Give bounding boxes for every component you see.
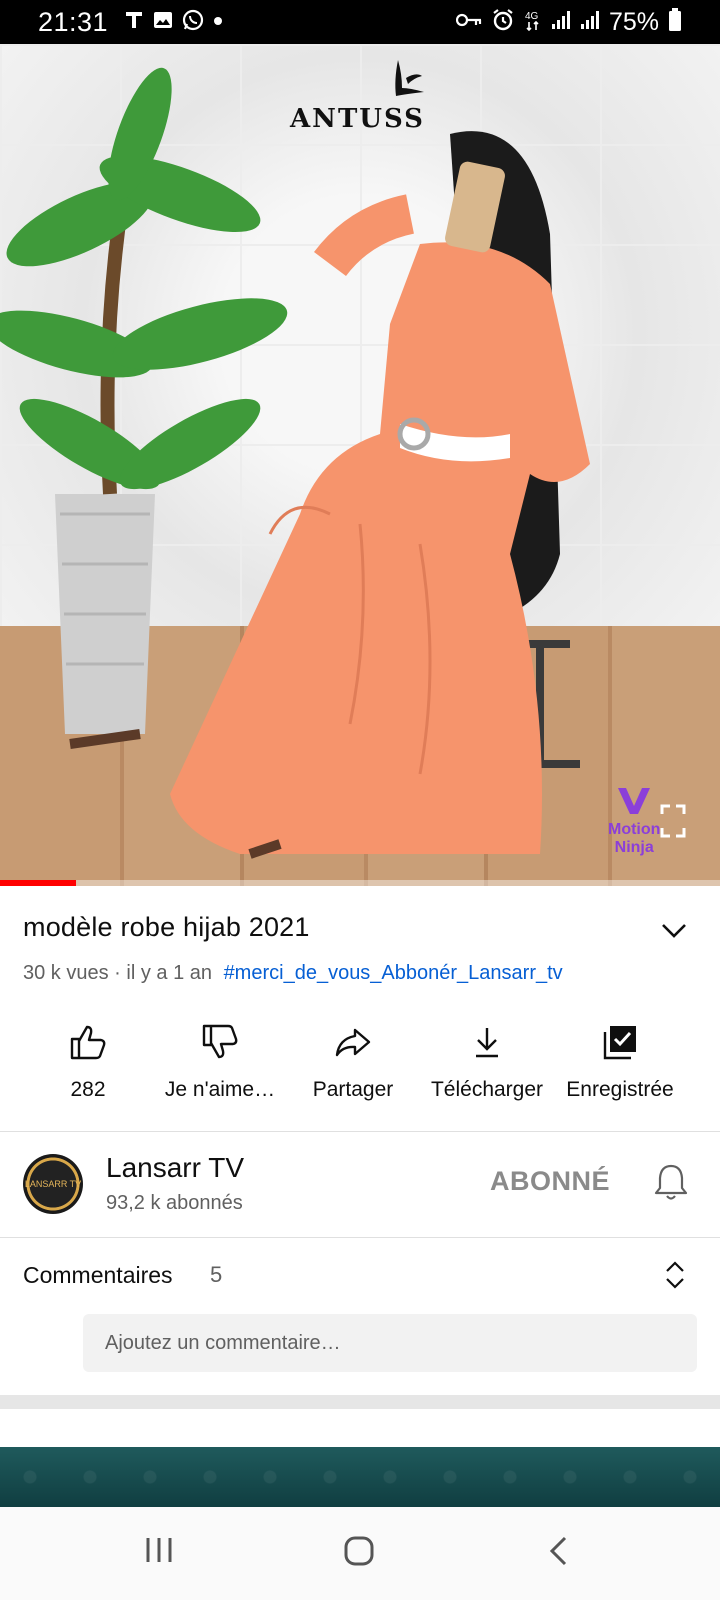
alarm-icon	[491, 8, 515, 37]
recents-icon[interactable]	[144, 1535, 174, 1570]
section-separator	[0, 1395, 720, 1409]
brand-logo-text: ANTUSS	[290, 104, 425, 134]
thumbs-up-icon	[20, 1020, 156, 1064]
gallery-icon	[153, 10, 173, 35]
expand-collapse-icon[interactable]	[664, 1260, 686, 1295]
thumbs-down-icon	[152, 1020, 288, 1064]
comments-title[interactable]: Commentaires	[23, 1262, 173, 1289]
signal-icon	[580, 10, 600, 35]
dislike-label: Je n'aime…	[164, 1078, 276, 1101]
download-icon	[419, 1020, 555, 1064]
share-icon	[285, 1020, 421, 1064]
system-nav-bar	[0, 1507, 720, 1600]
4g-icon: 4G	[524, 8, 542, 37]
video-player[interactable]: ANTUSS Motion Ninja	[0, 44, 720, 886]
subscribed-button[interactable]: ABONNÉ	[490, 1166, 610, 1197]
video-frame-scene	[0, 67, 590, 859]
battery-level: 75%	[608, 7, 659, 36]
signal-icon	[551, 10, 571, 35]
back-icon[interactable]	[548, 1535, 570, 1572]
watermark-line1: Motion	[608, 821, 661, 838]
save-button[interactable]: Enregistrée	[552, 1020, 688, 1102]
system-icons: 4G 75%	[455, 7, 682, 37]
like-button[interactable]: 282	[20, 1020, 156, 1102]
svg-text:4G: 4G	[525, 11, 539, 22]
dot-icon	[213, 13, 223, 31]
video-progress-bar[interactable]	[0, 880, 720, 886]
avatar-text: LANSARR TV	[24, 1179, 82, 1189]
channel-name[interactable]: Lansarr TV	[106, 1152, 244, 1184]
like-count: 282	[70, 1078, 106, 1101]
channel-avatar[interactable]: LANSARR TV	[23, 1154, 83, 1214]
divider	[0, 1237, 720, 1238]
watermark-line2: Ninja	[614, 839, 654, 856]
home-icon[interactable]	[343, 1535, 375, 1572]
next-video-thumbnail[interactable]	[0, 1447, 720, 1507]
share-button[interactable]: Partager	[285, 1020, 421, 1102]
download-label: Télécharger	[430, 1078, 544, 1101]
t-app-icon	[124, 10, 144, 35]
battery-icon	[668, 7, 682, 37]
action-bar: 282 Je n'aime… Partager Télécharger Enre…	[20, 1020, 700, 1110]
notification-icons	[124, 9, 223, 36]
save-label: Enregistrée	[566, 1078, 674, 1101]
divider	[0, 1131, 720, 1132]
video-title-row[interactable]: modèle robe hijab 2021	[23, 912, 697, 943]
comments-count: 5	[210, 1262, 223, 1287]
watermark-logo: Motion Ninja	[608, 786, 660, 857]
hashtag-link[interactable]: #merci_de_vous_Abbonér_Lansarr_tv	[224, 962, 563, 984]
chevron-down-icon[interactable]	[660, 918, 688, 942]
saved-playlist-icon	[552, 1020, 688, 1064]
whatsapp-icon	[182, 9, 204, 36]
meta-separator: ·	[108, 962, 127, 984]
view-count: 30 k vues	[23, 962, 109, 984]
dislike-button[interactable]: Je n'aime…	[152, 1020, 288, 1102]
video-meta: 30 k vues · il y a 1 an #merci_de_vous_A…	[23, 962, 563, 985]
video-progress-fill	[0, 880, 76, 886]
video-title: modèle robe hijab 2021	[23, 912, 310, 942]
share-label: Partager	[312, 1078, 394, 1101]
download-button[interactable]: Télécharger	[419, 1020, 555, 1102]
vpn-key-icon	[455, 12, 482, 33]
status-time: 21:31	[38, 6, 109, 37]
status-bar: 21:31 4G 75%	[0, 0, 720, 44]
upload-age: il y a 1 an	[126, 962, 212, 984]
fullscreen-icon[interactable]	[660, 804, 686, 838]
subscriber-count: 93,2 k abonnés	[106, 1192, 243, 1214]
comment-input[interactable]	[83, 1314, 697, 1372]
bell-icon[interactable]	[654, 1162, 688, 1207]
